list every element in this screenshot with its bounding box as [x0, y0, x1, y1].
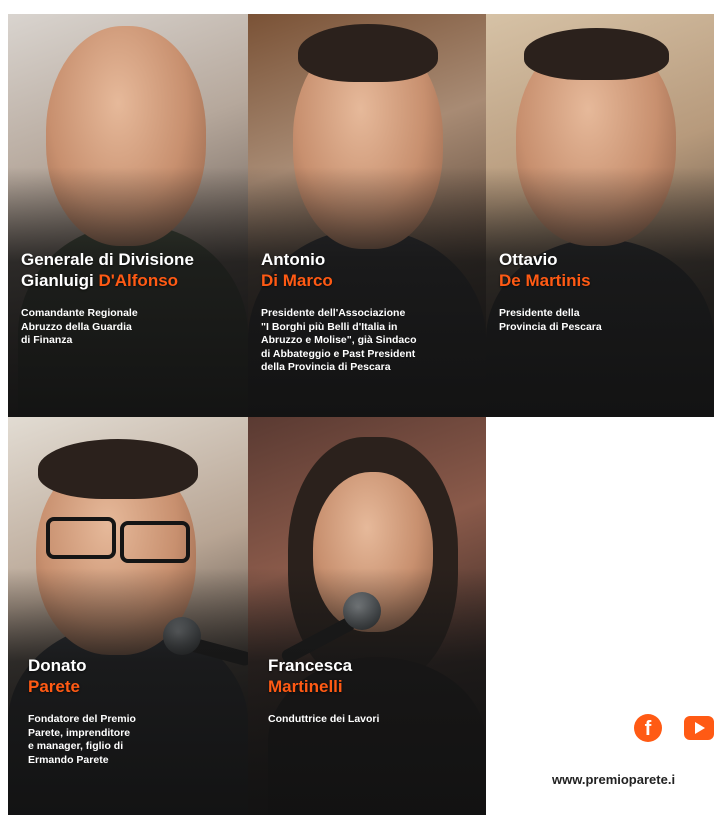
speaker-name: Francesca — [268, 656, 353, 675]
speaker-surname: De Martinis — [499, 271, 591, 290]
speaker-card-demartinis: Ottavio De Martinis Presidente della Pro… — [486, 14, 714, 417]
speaker-name: Antonio — [261, 250, 326, 269]
speaker-card-dalfonso: Generale di Divisione Gianluigi D'Alfons… — [8, 14, 248, 417]
blank-panel — [486, 417, 714, 815]
speaker-role: Comandante Regionale Abruzzo della Guard… — [21, 307, 138, 346]
speaker-name: Generale di Divisione — [21, 250, 194, 269]
speaker-surname-line: Gianluigi D'Alfonso — [21, 271, 179, 290]
speaker-surname: Di Marco — [261, 271, 333, 290]
speaker-name: Ottavio — [499, 250, 558, 269]
speaker-card-martinelli: Francesca Martinelli Conduttrice dei Lav… — [248, 417, 486, 815]
speaker-role: Fondatore del Premio Parete, imprenditor… — [28, 713, 136, 766]
speaker-role: Conduttrice dei Lavori — [268, 713, 380, 725]
social-icons: f — [634, 714, 714, 750]
speaker-card-parete: Donato Parete Fondatore del Premio Paret… — [8, 417, 248, 815]
speaker-role: Presidente dell'Associazione "I Borghi p… — [261, 307, 417, 373]
website-link[interactable]: www.premioparete.i — [552, 772, 675, 787]
speaker-card-dimarco: Antonio Di Marco Presidente dell'Associa… — [248, 14, 486, 417]
speaker-name: Donato — [28, 656, 87, 675]
speaker-surname: Parete — [28, 677, 80, 696]
speaker-role: Presidente della Provincia di Pescara — [499, 307, 602, 333]
youtube-icon[interactable] — [684, 716, 714, 740]
speaker-surname: Martinelli — [268, 677, 343, 696]
facebook-icon[interactable]: f — [634, 714, 662, 742]
speaker-surname: D'Alfonso — [98, 271, 179, 290]
speakers-grid: Generale di Divisione Gianluigi D'Alfons… — [8, 14, 714, 815]
